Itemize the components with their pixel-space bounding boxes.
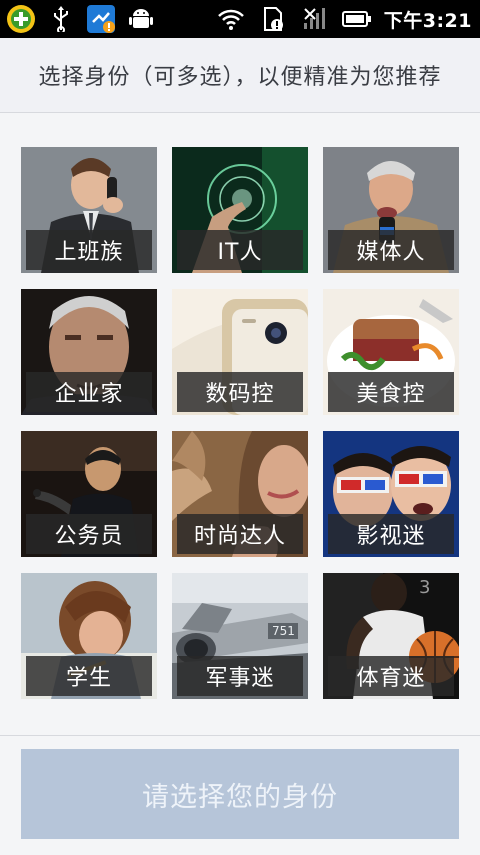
battery-icon: [341, 4, 372, 34]
category-food[interactable]: 美食控: [323, 289, 459, 415]
page-title: 选择身份（可多选），以便精准为您推荐: [38, 65, 442, 90]
category-label: 公务员: [26, 514, 152, 554]
category-label: 美食控: [328, 372, 454, 412]
category-student[interactable]: 学生: [21, 573, 157, 699]
category-fashion[interactable]: 时尚达人: [172, 431, 308, 557]
category-digital[interactable]: 数码控: [172, 289, 308, 415]
category-civil-servant[interactable]: 公务员: [21, 431, 157, 557]
svg-text:3: 3: [419, 577, 430, 598]
category-label: 体育迷: [328, 656, 454, 696]
category-office-worker[interactable]: 上班族: [21, 147, 157, 273]
svg-text:751: 751: [272, 624, 295, 638]
submit-button[interactable]: 请选择您的身份: [21, 749, 459, 839]
android-icon: [126, 4, 156, 34]
category-label: 影视迷: [328, 514, 454, 554]
sync-warning-icon: [86, 4, 116, 34]
category-label: 媒体人: [328, 230, 454, 270]
category-military[interactable]: 751 军事迷: [172, 573, 308, 699]
category-entrepreneur[interactable]: 企业家: [21, 289, 157, 415]
header: 选择身份（可多选），以便精准为您推荐: [0, 38, 480, 113]
category-label: IT人: [177, 230, 303, 270]
category-media[interactable]: 媒体人: [323, 147, 459, 273]
signal-icon: [300, 4, 330, 34]
category-label: 学生: [26, 656, 152, 696]
category-movies[interactable]: 影视迷: [323, 431, 459, 557]
clock: 下午3:21: [383, 9, 472, 32]
app-plus-icon: [6, 4, 36, 34]
category-label: 上班族: [26, 230, 152, 270]
category-label: 数码控: [177, 372, 303, 412]
category-it[interactable]: IT人: [172, 147, 308, 273]
footer: 请选择您的身份: [0, 735, 480, 855]
status-bar: 下午3:21: [0, 0, 480, 38]
sim-alert-icon: [258, 4, 288, 34]
category-label: 企业家: [26, 372, 152, 412]
usb-icon: [46, 4, 76, 34]
category-sports[interactable]: 3 体育迷: [323, 573, 459, 699]
wifi-icon: [216, 4, 246, 34]
category-grid: 上班族 IT人 媒体人 企业家 数码控 美食控 公务员 时尚达人 影视迷 学生 …: [21, 147, 459, 700]
category-label: 时尚达人: [177, 514, 303, 554]
category-label: 军事迷: [177, 656, 303, 696]
